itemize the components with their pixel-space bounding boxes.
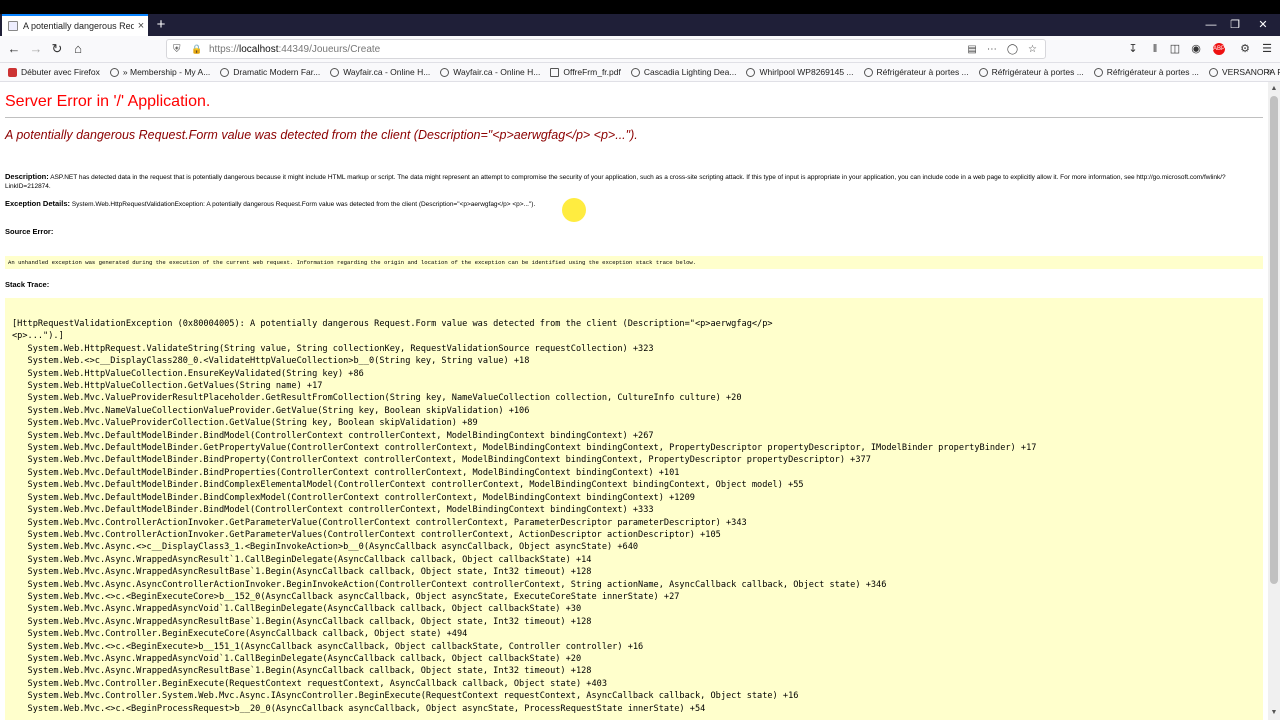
exception-text: System.Web.HttpRequestValidationExceptio… <box>71 201 536 208</box>
tab-title: A potentially dangerous Requ... <box>23 21 134 31</box>
scrollbar-thumb[interactable] <box>1270 96 1278 584</box>
url-text[interactable]: https://localhost:44349/Joueurs/Create <box>209 44 380 55</box>
tracking-shield-icon[interactable]: ⛨ <box>173 44 185 55</box>
new-tab-button[interactable]: + <box>152 15 170 35</box>
stack-trace-box: [HttpRequestValidationException (0x80004… <box>5 298 1263 720</box>
page-icon <box>8 21 18 31</box>
error-page: Server Error in '/' Application. A poten… <box>0 82 1268 720</box>
globe-icon <box>1208 67 1218 77</box>
bookmark-star-icon[interactable]: ☆ <box>1028 44 1037 55</box>
sidebar-icon[interactable]: ◫ <box>1166 40 1184 58</box>
reload-icon[interactable]: ↻ <box>47 39 67 59</box>
bookmark-item[interactable]: Cascadia Lighting Dea... <box>630 67 736 77</box>
extensions-icon[interactable]: ⚙ <box>1236 40 1254 58</box>
stack-trace-text: [HttpRequestValidationException (0x80004… <box>12 319 1037 714</box>
tab-active[interactable]: A potentially dangerous Requ... × <box>2 14 148 36</box>
bookmark-item[interactable]: » Membership - My A... <box>109 67 210 77</box>
browser-window: A potentially dangerous Requ... × + — ❐ … <box>0 14 1280 720</box>
bookmark-item[interactable]: Débuter avec Firefox <box>8 67 100 77</box>
address-bar[interactable]: ⛨ 🔒 https://localhost:44349/Joueurs/Crea… <box>166 39 1046 59</box>
bookmark-item[interactable]: Whirlpool WP8269145 ... <box>746 67 854 77</box>
pocket-icon[interactable]: ◯ <box>1007 44 1018 55</box>
lock-icon[interactable]: 🔒 <box>191 44 203 55</box>
globe-icon <box>1093 67 1103 77</box>
divider <box>5 117 1263 118</box>
back-icon[interactable]: ← <box>4 39 24 59</box>
page-actions-icon[interactable]: ⋯ <box>987 44 997 55</box>
globe-icon <box>630 67 640 77</box>
home-icon[interactable]: ⌂ <box>68 39 88 59</box>
more-bookmarks-icon[interactable]: » <box>1266 66 1272 77</box>
reader-view-icon[interactable]: ▤ <box>967 44 976 55</box>
description-label: Description: <box>5 172 49 181</box>
forward-icon[interactable]: → <box>26 39 46 59</box>
scroll-up-icon[interactable]: ▲ <box>1268 84 1280 94</box>
bookmark-item[interactable]: Wayfair.ca - Online H... <box>330 67 430 77</box>
source-error-label: Source Error: <box>5 227 54 236</box>
globe-icon <box>220 67 230 77</box>
scroll-down-icon[interactable]: ▼ <box>1268 708 1280 718</box>
close-tab-icon[interactable]: × <box>134 20 148 32</box>
bookmarks-toolbar: Débuter avec Firefox » Membership - My A… <box>0 63 1280 82</box>
globe-icon <box>746 67 756 77</box>
source-error-text: An unhandled exception was generated dur… <box>5 256 1263 269</box>
bookmark-item[interactable]: Réfrigérateur à portes ... <box>978 67 1084 77</box>
globe-icon <box>863 67 873 77</box>
globe-icon <box>440 67 450 77</box>
globe-icon <box>109 67 119 77</box>
bookmark-item[interactable]: Réfrigérateur à portes ... <box>1093 67 1199 77</box>
stack-trace-label: Stack Trace: <box>5 280 50 289</box>
bookmark-item[interactable]: Réfrigérateur à portes ... <box>863 67 969 77</box>
description-text: ASP.NET has detected data in the request… <box>5 174 1226 190</box>
bookmark-item[interactable]: OffreFrm_fr.pdf <box>550 67 621 77</box>
library-icon[interactable]: ‖ <box>1146 40 1164 58</box>
globe-icon <box>978 67 988 77</box>
account-icon[interactable]: ◉ <box>1187 40 1205 58</box>
mouse-cursor-highlight <box>562 198 586 222</box>
error-message: A potentially dangerous Request.Form val… <box>5 128 638 142</box>
firefox-icon <box>8 67 17 77</box>
bookmark-item[interactable]: Dramatic Modern Far... <box>220 67 320 77</box>
exception-label: Exception Details: <box>5 199 71 208</box>
maximize-button[interactable]: ❐ <box>1220 14 1250 36</box>
nav-toolbar: ← → ↻ ⌂ ⛨ 🔒 https://localhost:44349/Joue… <box>0 36 1280 63</box>
exception-block: Exception Details: System.Web.HttpReques… <box>5 199 585 210</box>
menu-icon[interactable]: ☰ <box>1258 40 1276 58</box>
tab-strip: A potentially dangerous Requ... × + — ❐ … <box>0 14 1280 36</box>
description-block: Description: ASP.NET has detected data i… <box>5 172 1263 191</box>
globe-icon <box>330 67 340 77</box>
adblock-icon[interactable]: ABP <box>1213 43 1225 55</box>
app-error-heading: Server Error in '/' Application. <box>5 93 211 110</box>
pdf-icon <box>550 67 560 77</box>
vertical-scrollbar[interactable]: ▲ ▼ <box>1268 82 1280 720</box>
downloads-icon[interactable]: ↧ <box>1124 40 1142 58</box>
bookmark-item[interactable]: Wayfair.ca - Online H... <box>440 67 540 77</box>
close-window-button[interactable]: ✕ <box>1248 14 1278 36</box>
